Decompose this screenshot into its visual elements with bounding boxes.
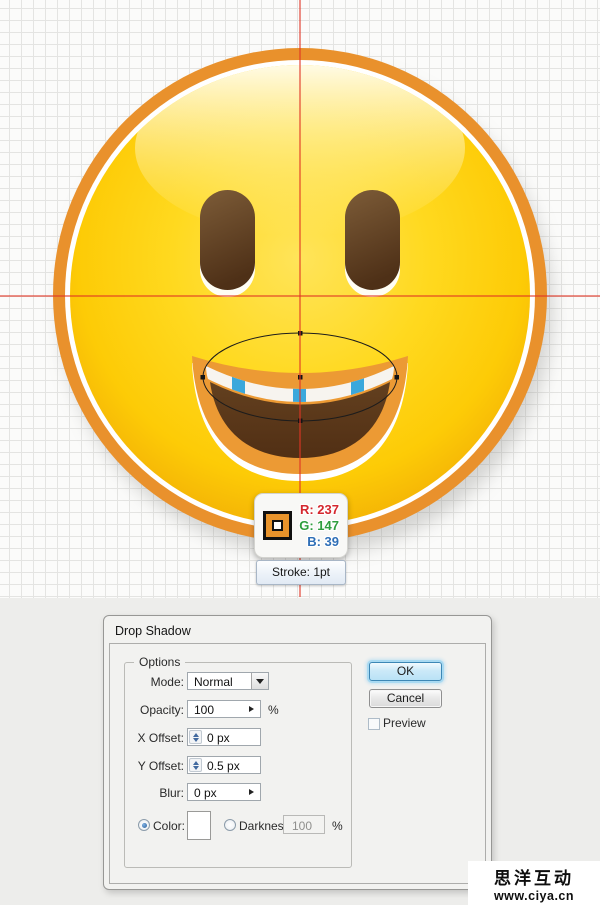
y-offset-value: 0.5 px: [207, 758, 240, 774]
opacity-label: Opacity:: [104, 703, 184, 717]
darkness-radio[interactable]: [224, 819, 236, 831]
mode-value: Normal: [194, 674, 233, 690]
anchor-point-left[interactable]: [201, 375, 206, 380]
blur-input[interactable]: 0 px: [187, 783, 261, 801]
right-eye[interactable]: [345, 190, 400, 297]
y-offset-stepper[interactable]: [189, 758, 202, 772]
y-offset-input[interactable]: 0.5 px: [187, 756, 261, 774]
stroke-r-value: R: 237: [292, 502, 339, 518]
stroke-rgb-values: R: 237 G: 147 B: 39: [292, 502, 339, 550]
color-radio[interactable]: [138, 819, 150, 831]
stroke-swatch-icon: [263, 511, 292, 540]
darkness-value: 100: [292, 818, 312, 834]
y-offset-label: Y Offset:: [104, 759, 184, 773]
chevron-down-icon: [256, 679, 264, 684]
blur-value: 0 px: [194, 785, 217, 801]
x-offset-value: 0 px: [207, 730, 230, 746]
drop-shadow-dialog[interactable]: Drop Shadow Options Mode: Normal Opacity…: [103, 615, 492, 890]
anchor-point-right[interactable]: [395, 375, 400, 380]
x-offset-input[interactable]: 0 px: [187, 728, 261, 746]
stepper-down-icon[interactable]: [193, 738, 199, 742]
illustrator-workspace: R: 237 G: 147 B: 39 Stroke: 1pt Drop Sha…: [0, 0, 600, 905]
x-offset-stepper[interactable]: [189, 730, 202, 744]
stroke-b-value: B: 39: [292, 534, 339, 550]
watermark-title: 思洋互动: [468, 864, 600, 889]
dialog-title: Drop Shadow: [115, 624, 191, 638]
stepper-down-icon[interactable]: [193, 766, 199, 770]
blur-slider-arrow-icon[interactable]: [249, 789, 254, 795]
watermark-url: www.ciya.cn: [468, 889, 600, 903]
stroke-swatch-inner-icon: [272, 520, 283, 531]
stroke-color-tooltip: R: 237 G: 147 B: 39: [254, 493, 348, 558]
ok-button[interactable]: OK: [369, 662, 442, 681]
darkness-unit: %: [332, 819, 343, 833]
stepper-up-icon[interactable]: [193, 761, 199, 765]
stroke-g-value: G: 147: [292, 518, 339, 534]
color-label: Color:: [153, 819, 185, 833]
preview-label: Preview: [383, 716, 426, 730]
opacity-slider-arrow-icon[interactable]: [249, 706, 254, 712]
opacity-unit: %: [268, 703, 279, 717]
mode-select[interactable]: Normal: [187, 672, 269, 690]
left-eye[interactable]: [200, 190, 255, 297]
opacity-input[interactable]: 100: [187, 700, 261, 718]
blur-label: Blur:: [104, 786, 184, 800]
mode-label: Mode:: [104, 675, 184, 689]
mode-dropdown-button[interactable]: [251, 673, 268, 689]
opacity-value: 100: [194, 702, 214, 718]
darkness-input: 100: [283, 815, 325, 834]
preview-checkbox[interactable]: [368, 718, 380, 730]
shadow-color-swatch[interactable]: [187, 811, 211, 840]
cancel-button[interactable]: Cancel: [369, 689, 442, 708]
guide-horizontal[interactable]: [0, 295, 600, 297]
artboard-grid[interactable]: R: 237 G: 147 B: 39 Stroke: 1pt: [0, 0, 600, 598]
x-offset-label: X Offset:: [104, 731, 184, 745]
options-legend: Options: [134, 655, 185, 669]
dialog-panel-background: Drop Shadow Options Mode: Normal Opacity…: [0, 598, 600, 905]
stroke-width-tooltip: Stroke: 1pt: [256, 560, 346, 585]
watermark: 思洋互动 www.ciya.cn: [468, 861, 600, 905]
stepper-up-icon[interactable]: [193, 733, 199, 737]
